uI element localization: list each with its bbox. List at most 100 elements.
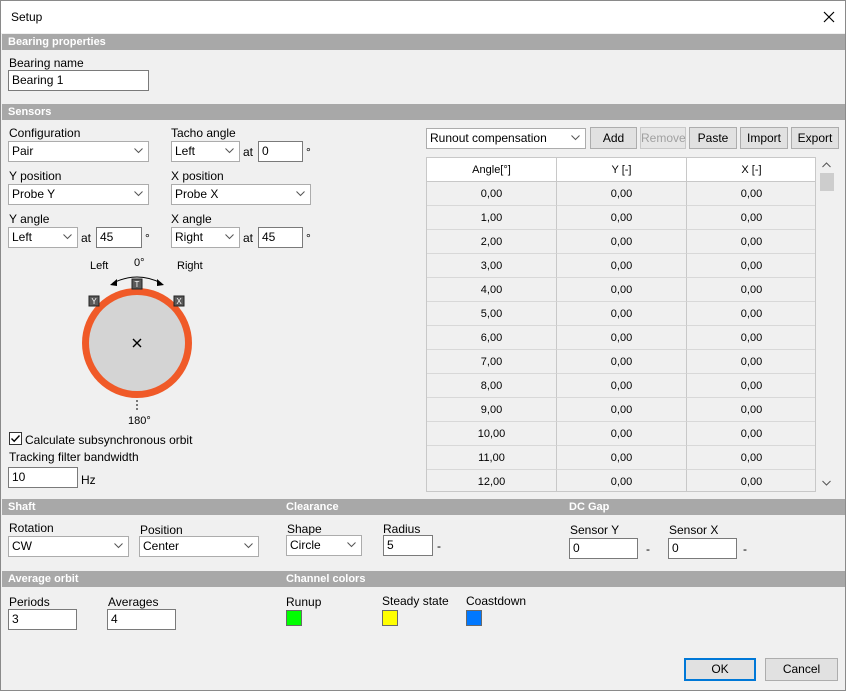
tacho-side-select[interactable]: Left xyxy=(171,141,240,162)
close-button[interactable] xyxy=(813,1,845,33)
column-header-angle[interactable]: Angle[°] xyxy=(427,158,557,182)
steady-state-color-swatch[interactable] xyxy=(382,610,398,626)
arrow-left-icon xyxy=(110,279,117,286)
averages-label: Averages xyxy=(108,595,159,609)
checkmark-icon xyxy=(11,435,21,443)
subsync-checkbox[interactable] xyxy=(9,432,22,445)
probe-x-marker-label: X xyxy=(176,297,182,306)
position-label: Position xyxy=(140,523,183,537)
x-angle-input[interactable]: 45 xyxy=(258,227,303,248)
window-title: Setup xyxy=(11,10,43,24)
ok-button[interactable]: OK xyxy=(684,658,756,681)
x-cell[interactable]: 0,00 xyxy=(687,446,815,470)
y-angle-input[interactable]: 45 xyxy=(96,227,142,248)
angle-cell[interactable]: 9,00 xyxy=(427,398,557,422)
radius-input[interactable]: 5 xyxy=(383,535,433,556)
angle-cell[interactable]: 8,00 xyxy=(427,374,557,398)
y-cell[interactable]: 0,00 xyxy=(557,230,687,254)
column-header-y[interactable]: Y [-] xyxy=(557,158,687,182)
angle-cell[interactable]: 11,00 xyxy=(427,446,557,470)
scroll-down-icon[interactable] xyxy=(822,480,831,486)
table-scrollbar[interactable] xyxy=(818,157,836,492)
x-cell[interactable]: 0,00 xyxy=(687,326,815,350)
add-button[interactable]: Add xyxy=(590,127,637,149)
table-header: Angle[°] Y [-] X [-] xyxy=(427,158,815,182)
bandwidth-input[interactable]: 10 xyxy=(8,467,78,488)
y-cell[interactable]: 0,00 xyxy=(557,302,687,326)
angle-cell[interactable]: 0,00 xyxy=(427,182,557,206)
x-cell[interactable]: 0,00 xyxy=(687,422,815,446)
rotation-label: Rotation xyxy=(9,521,54,535)
cancel-button[interactable]: Cancel xyxy=(765,658,838,681)
angle-cell[interactable]: 10,00 xyxy=(427,422,557,446)
paste-button[interactable]: Paste xyxy=(689,127,737,149)
tacho-side-value: Left xyxy=(175,144,196,158)
x-angle-side-select[interactable]: Right xyxy=(171,227,240,248)
x-cell[interactable]: 0,00 xyxy=(687,374,815,398)
runout-mode-select[interactable]: Runout compensation xyxy=(426,128,586,149)
angle-cell[interactable]: 4,00 xyxy=(427,278,557,302)
y-cell[interactable]: 0,00 xyxy=(557,206,687,230)
sensor-y-input[interactable]: 0 xyxy=(569,538,638,559)
y-position-select[interactable]: Probe Y xyxy=(8,184,149,205)
averages-input[interactable]: 4 xyxy=(107,609,176,630)
angle-cell[interactable]: 12,00 xyxy=(427,470,557,491)
position-select[interactable]: Center xyxy=(139,536,259,557)
runup-color-swatch[interactable] xyxy=(286,610,302,626)
bandwidth-unit: Hz xyxy=(81,473,96,487)
column-header-x[interactable]: X [-] xyxy=(687,158,815,182)
y-cell[interactable]: 0,00 xyxy=(557,446,687,470)
x-cell[interactable]: 0,00 xyxy=(687,278,815,302)
y-cell[interactable]: 0,00 xyxy=(557,398,687,422)
shape-label: Shape xyxy=(287,522,322,536)
tacho-at-label: at xyxy=(243,145,254,159)
bearing-name-input[interactable]: Bearing 1 xyxy=(8,70,149,91)
export-button[interactable]: Export xyxy=(791,127,839,149)
x-cell[interactable]: 0,00 xyxy=(687,350,815,374)
angle-cell[interactable]: 1,00 xyxy=(427,206,557,230)
x-position-select[interactable]: Probe X xyxy=(171,184,311,205)
angle-cell[interactable]: 5,00 xyxy=(427,302,557,326)
scroll-up-icon[interactable] xyxy=(822,162,831,168)
close-icon xyxy=(823,11,835,23)
sensor-x-input[interactable]: 0 xyxy=(668,538,737,559)
y-cell[interactable]: 0,00 xyxy=(557,326,687,350)
import-button[interactable]: Import xyxy=(740,127,788,149)
x-position-value: Probe X xyxy=(175,187,219,201)
rotation-select[interactable]: CW xyxy=(8,536,129,557)
y-cell[interactable]: 0,00 xyxy=(557,182,687,206)
chevron-down-icon xyxy=(225,234,234,240)
x-cell[interactable]: 0,00 xyxy=(687,182,815,206)
y-cell[interactable]: 0,00 xyxy=(557,470,687,491)
y-cell[interactable]: 0,00 xyxy=(557,374,687,398)
sensor-x-label: Sensor X xyxy=(669,523,719,537)
x-cell[interactable]: 0,00 xyxy=(687,230,815,254)
y-cell[interactable]: 0,00 xyxy=(557,350,687,374)
coastdown-color-swatch[interactable] xyxy=(466,610,482,626)
shape-select[interactable]: Circle xyxy=(286,535,362,556)
setup-dialog: Setup Bearing properties Bearing name Be… xyxy=(0,0,846,691)
angle-cell[interactable]: 3,00 xyxy=(427,254,557,278)
subsync-label[interactable]: Calculate subsynchronous orbit xyxy=(25,433,192,447)
x-cell[interactable]: 0,00 xyxy=(687,302,815,326)
x-cell[interactable]: 0,00 xyxy=(687,206,815,230)
angle-cell[interactable]: 2,00 xyxy=(427,230,557,254)
x-cell[interactable]: 0,00 xyxy=(687,254,815,278)
section-dc-gap: DC Gap xyxy=(563,499,845,515)
bearing-diagram: Left Right 0° 180° T Y X xyxy=(82,257,203,427)
x-cell[interactable]: 0,00 xyxy=(687,470,815,491)
angle-cell[interactable]: 7,00 xyxy=(427,350,557,374)
angle-cell[interactable]: 6,00 xyxy=(427,326,557,350)
scrollbar-thumb[interactable] xyxy=(820,173,834,191)
periods-input[interactable]: 3 xyxy=(8,609,77,630)
y-angle-side-select[interactable]: Left xyxy=(8,227,78,248)
remove-button[interactable]: Remove xyxy=(640,127,686,149)
x-cell[interactable]: 0,00 xyxy=(687,398,815,422)
tacho-angle-input[interactable]: 0 xyxy=(258,141,303,162)
y-cell[interactable]: 0,00 xyxy=(557,278,687,302)
configuration-select[interactable]: Pair xyxy=(8,141,149,162)
runout-mode-value: Runout compensation xyxy=(430,131,547,145)
bandwidth-label: Tracking filter bandwidth xyxy=(9,450,139,464)
y-cell[interactable]: 0,00 xyxy=(557,422,687,446)
y-cell[interactable]: 0,00 xyxy=(557,254,687,278)
